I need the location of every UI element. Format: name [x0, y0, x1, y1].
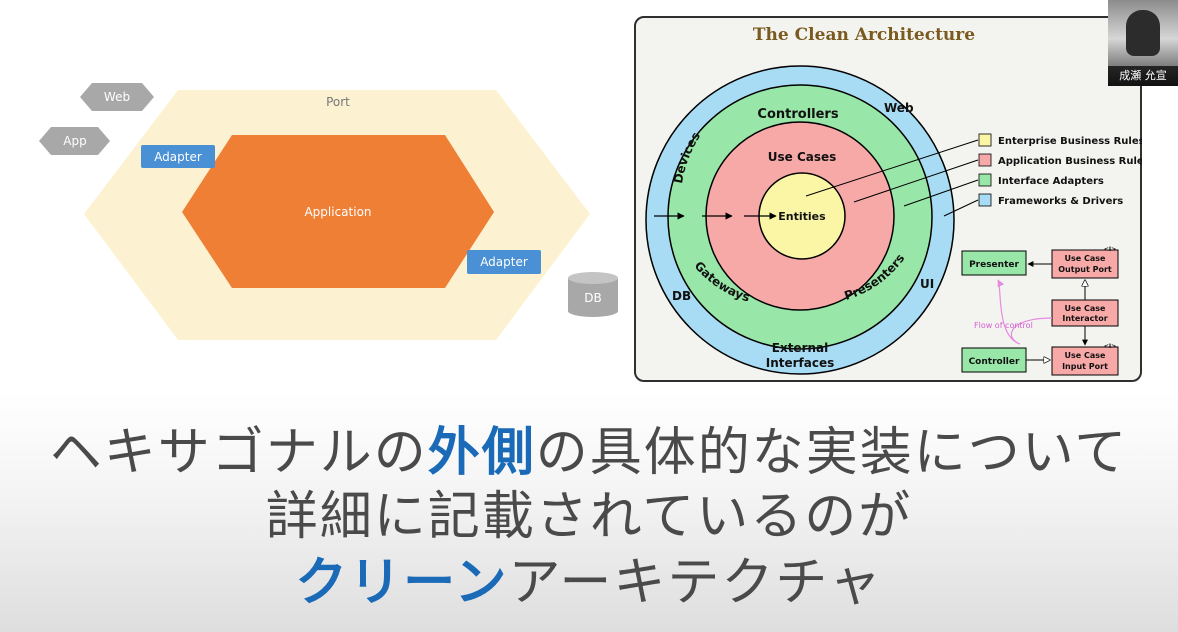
legend-swatch-interface [978, 173, 992, 187]
ring-label-external-2: Interfaces [766, 356, 835, 370]
input-port-label-1: Use Case [1065, 351, 1107, 360]
app-node: App [39, 127, 110, 155]
adapter-bottom: Adapter [467, 250, 541, 274]
database-icon: DB [568, 272, 618, 317]
speaker-avatar [1126, 10, 1160, 56]
flow-diagram: Presenter Use Case Output Port <I> Use C… [961, 246, 1119, 376]
output-port-label-1: Use Case [1065, 254, 1107, 263]
output-port-interface-marker: <I> [1104, 246, 1116, 253]
db-label: DB [584, 291, 601, 305]
legend-label-frameworks: Frameworks & Drivers [998, 196, 1123, 207]
ring-label-use-cases: Use Cases [768, 150, 837, 164]
legend-label-application: Application Business Rules [998, 156, 1142, 167]
ring-label-entities: Entities [778, 210, 826, 223]
caption-line2: 詳細に記載されているのが [265, 487, 913, 547]
ring-label-controllers: Controllers [757, 107, 838, 122]
interactor-label-1: Use Case [1065, 304, 1107, 313]
clean-architecture-card: The Clean Architecture Devices Web Contr… [634, 16, 1142, 382]
input-port-interface-marker: <I> [1104, 343, 1116, 350]
hexagonal-architecture-diagram: Port Application Web App Adapter Adapter… [39, 83, 618, 340]
legend-swatch-frameworks [978, 193, 992, 207]
port-label: Port [326, 95, 350, 109]
application-label: Application [304, 205, 371, 219]
app-node-label: App [63, 134, 86, 148]
ring-label-external-1: External [772, 341, 828, 355]
speaker-name: 成瀬 允宣 [1108, 66, 1178, 86]
clean-title: The Clean Architecture [753, 25, 975, 45]
controller-label: Controller [969, 357, 1020, 367]
clean-architecture-diagram: The Clean Architecture Devices Web Contr… [645, 25, 1142, 376]
ring-label-ui: UI [920, 277, 934, 291]
ring-label-db: DB [672, 289, 691, 303]
legend-label-interface: Interface Adapters [998, 176, 1104, 187]
legend-label-enterprise: Enterprise Business Rules [998, 136, 1142, 147]
web-node-label: Web [104, 90, 130, 104]
output-port-label-2: Output Port [1058, 265, 1112, 274]
flow-of-control-curve [998, 280, 1053, 345]
caption-line3-b: アーキテクチャ [508, 553, 883, 613]
caption-line-2: 詳細に記載されているのが [0, 474, 1178, 549]
caption-line3-highlight: クリーン [295, 553, 509, 613]
adapter-top-label: Adapter [154, 150, 202, 164]
ring-label-web: Web [884, 101, 914, 115]
interactor-label-2: Interactor [1062, 314, 1107, 323]
adapter-bottom-label: Adapter [480, 255, 528, 269]
presenter-label: Presenter [969, 260, 1019, 270]
caption-line-3: クリーンアーキテクチャ [0, 540, 1178, 615]
input-port-label-2: Input Port [1062, 362, 1108, 371]
legend: Enterprise Business Rules Application Bu… [978, 133, 1142, 207]
adapter-top: Adapter [141, 145, 215, 168]
legend-swatch-application [978, 153, 992, 167]
legend-swatch-enterprise [978, 133, 992, 147]
flow-of-control-label: Flow of control [974, 321, 1033, 330]
webcam-thumbnail: 成瀬 允宣 [1108, 0, 1178, 86]
web-node: Web [80, 83, 154, 111]
